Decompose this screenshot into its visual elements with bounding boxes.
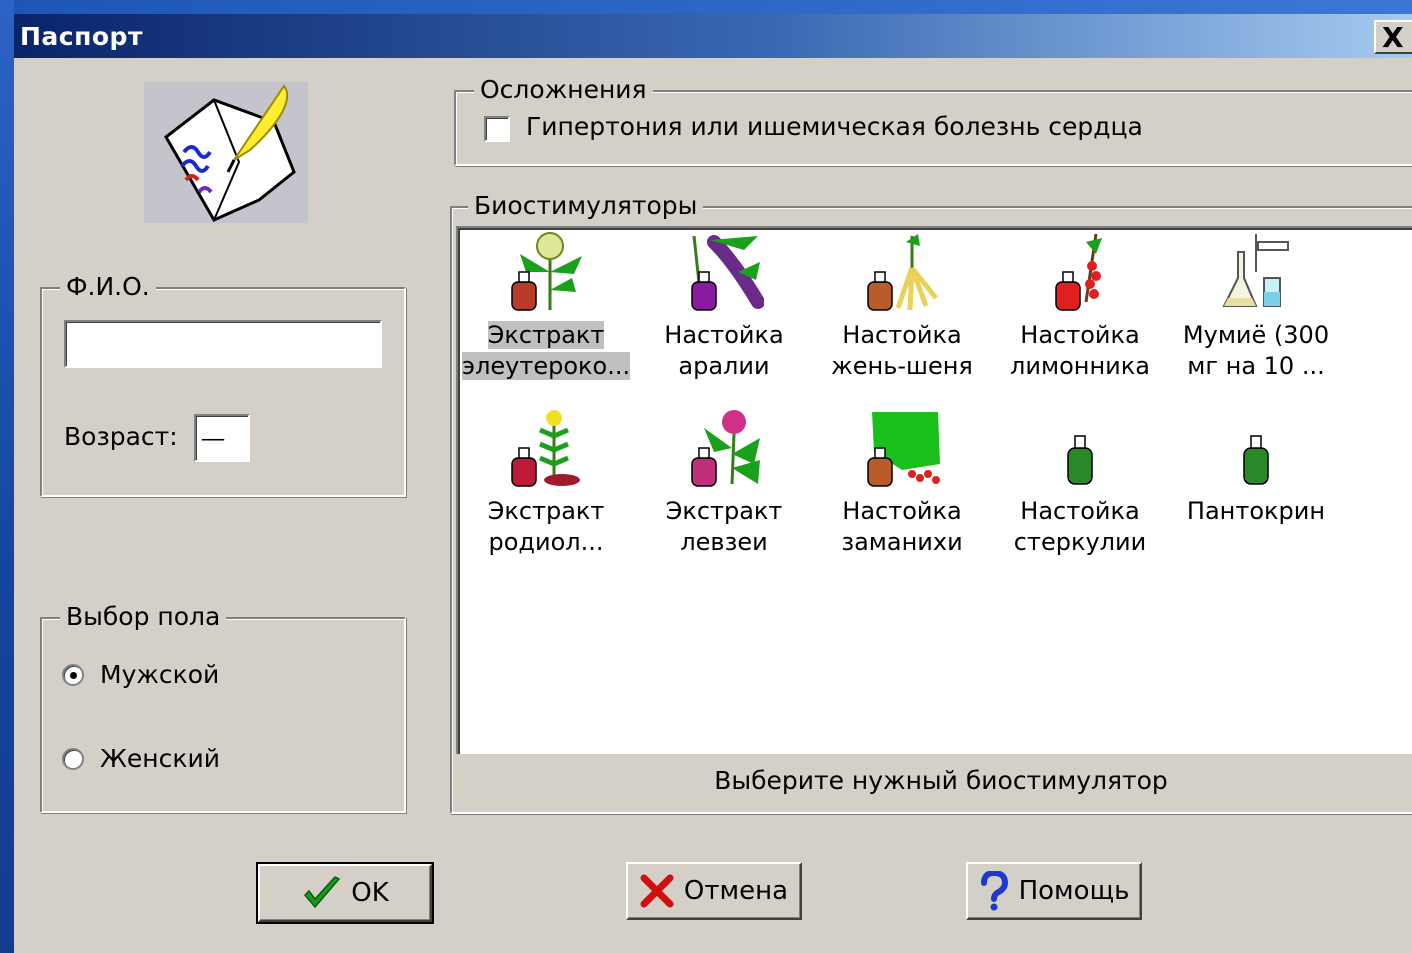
item-label: Экстракт левзеи [665,497,783,556]
cancel-button[interactable]: Отмена [626,862,802,920]
title-bar[interactable]: Паспорт X [14,14,1412,58]
leuzea-extract-icon [691,410,760,487]
ginseng-tincture-icon [867,234,938,311]
list-item[interactable]: Экстракт левзеи [636,408,812,558]
mumie-lab-icon [1222,234,1289,307]
age-value: __ [202,416,224,441]
passport-logo [144,82,308,223]
list-item[interactable]: Настойка стеркулии [992,408,1168,558]
eleutherococcus-extract-icon [511,232,582,311]
list-item[interactable]: Настойка заманихи [814,408,990,558]
list-item[interactable]: Настойка лимонника [992,232,1168,382]
pantocrine-bottle-icon [1243,435,1269,485]
desktop-background-top [0,0,1412,14]
list-item[interactable]: Экстракт родиол... [458,408,634,558]
age-label: Возраст: [64,422,178,451]
item-label: Настойка жень-шеня [831,321,973,380]
desktop-background-left [0,0,14,953]
list-item[interactable]: Настойка аралии [636,232,812,382]
cancel-label: Отмена [683,876,789,906]
list-item[interactable]: Пантокрин [1168,408,1344,558]
passport-dialog: Паспорт X Ф.И.О. Возраст: __ Выбор пола … [14,14,1412,953]
sterculia-tincture-icon [1067,435,1093,485]
help-button[interactable]: Помощь [966,862,1142,920]
list-item[interactable]: Мумиё (300 мг на 10 ... [1168,232,1344,382]
close-button[interactable]: X [1374,20,1412,54]
gender-legend: Выбор пола [60,603,227,631]
fio-legend: Ф.И.О. [60,273,156,301]
item-label: Настойка стеркулии [1013,497,1147,556]
rhodiola-extract-icon [511,410,580,487]
gender-female-radio[interactable] [62,748,84,770]
radio-selected-dot [70,672,77,679]
gender-female-label[interactable]: Женский [100,744,220,773]
gender-male-label[interactable]: Мужской [100,660,219,689]
item-label: Экстракт элеутероко... [461,321,631,380]
list-item[interactable]: Экстракт элеутероко... [458,232,634,382]
schisandra-tincture-icon [1055,233,1102,311]
item-label: Мумиё (300 мг на 10 ... [1182,321,1330,380]
red-x-icon [640,874,674,908]
fio-group: Ф.И.О. [40,273,406,497]
ok-button[interactable]: OK [256,862,434,924]
item-label: Настойка заманихи [841,497,963,556]
item-label: Настойка лимонника [1010,321,1150,380]
list-item[interactable]: Настойка жень-шеня [814,232,990,382]
age-input[interactable]: __ [194,414,250,462]
book-quill-icon [164,84,296,222]
complications-legend: Осложнения [474,76,653,104]
hypertension-checkbox[interactable] [484,116,510,142]
biostimulators-legend: Биостимуляторы [468,192,704,220]
name-input[interactable] [64,320,382,368]
window-title: Паспорт [20,22,143,51]
biostimulator-list[interactable]: Экстракт элеутероко... Настойка аралии Н… [456,226,1412,754]
ok-label: OK [351,878,389,908]
hypertension-label[interactable]: Гипертония или ишемическая болезнь сердц… [526,112,1143,141]
item-label: Экстракт родиол... [487,497,605,556]
gender-male-radio[interactable] [62,664,84,686]
biostimulator-hint: Выберите нужный биостимулятор [714,766,1168,795]
item-label: Пантокрин [1186,497,1326,525]
item-label: Настойка аралии [664,321,784,380]
checkmark-icon [304,876,341,909]
gender-group: Выбор пола [40,603,406,813]
aralia-tincture-icon [691,235,764,311]
help-label: Помощь [1018,876,1130,906]
question-icon [980,871,1008,911]
oplopanax-tincture-icon [867,412,940,487]
